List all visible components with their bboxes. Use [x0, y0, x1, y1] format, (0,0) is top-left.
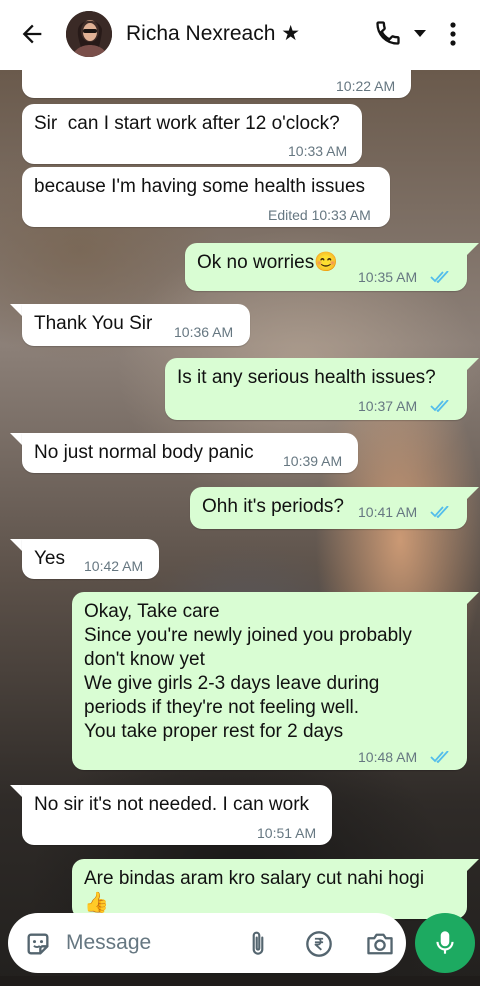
chat-header: Richa Nexreach ★	[0, 0, 480, 70]
message-line: don't know yet	[84, 649, 205, 670]
bubble-tail	[467, 487, 479, 499]
message-bubble-outgoing[interactable]: Ohh it's periods?	[190, 487, 467, 529]
message-bubble-outgoing[interactable]: Ok no worries😊	[185, 243, 467, 291]
bubble-tail	[10, 539, 22, 551]
phone-icon[interactable]	[374, 19, 402, 47]
rupee-payment-icon[interactable]	[305, 930, 333, 958]
bubble-tail	[467, 592, 479, 604]
message-line: periods if they're not feeling well.	[84, 697, 360, 718]
attach-icon[interactable]	[245, 929, 271, 959]
message-text: No just normal body panic	[34, 442, 254, 463]
message-time: 10:35 AM	[358, 269, 418, 285]
message-time: 10:51 AM	[257, 825, 317, 841]
message-bubble-outgoing[interactable]: Are bindas aram kro salary cut nahi hogi…	[72, 859, 467, 919]
contact-name[interactable]: Richa Nexreach ★	[126, 21, 300, 46]
mic-icon	[436, 931, 454, 954]
message-time: 10:41 AM	[358, 504, 418, 520]
message-text: Yes	[34, 548, 65, 569]
read-receipt-icon	[430, 506, 449, 518]
message-input[interactable]	[66, 918, 226, 968]
message-text: Sir can I start work after 12 o'clock?	[34, 113, 340, 134]
message-time: 10:33 AM	[288, 143, 348, 159]
dropdown-icon[interactable]	[413, 28, 427, 38]
camera-icon[interactable]	[365, 930, 395, 958]
message-time: 10:36 AM	[174, 324, 234, 340]
message-text: because I'm having some health issues	[34, 176, 366, 197]
message-time: 10:48 AM	[358, 749, 418, 765]
message-text: Ohh it's periods?	[202, 496, 344, 517]
message-time: 10:39 AM	[283, 453, 343, 469]
message-time: 10:37 AM	[358, 398, 418, 414]
read-receipt-icon	[430, 400, 449, 412]
bubble-tail	[10, 433, 22, 445]
bubble-tail	[467, 859, 479, 871]
sticker-icon[interactable]	[24, 930, 52, 958]
message-text: No sir it's not needed. I can work	[34, 794, 310, 815]
message-line: You take proper rest for 2 days	[84, 721, 344, 742]
bubble-tail	[10, 304, 22, 316]
back-arrow-icon[interactable]	[18, 20, 46, 48]
message-text: Thank You Sir	[34, 313, 153, 334]
message-line: Okay, Take care	[84, 601, 220, 622]
message-time: 10:42 AM	[84, 558, 144, 574]
message-text: Are bindas aram kro salary cut nahi hogi	[84, 868, 425, 889]
message-line: We give girls 2-3 days leave during	[84, 673, 380, 694]
message-time: Edited 10:33 AM	[268, 207, 371, 223]
mic-button[interactable]	[415, 913, 475, 973]
bubble-tail	[467, 358, 479, 370]
message-text: Ok no worries😊	[197, 252, 338, 273]
message-bubble-outgoing[interactable]: Is it any serious health issues?	[165, 358, 467, 420]
read-receipt-icon	[430, 271, 449, 283]
navigation-bar	[0, 976, 480, 986]
message-text: Is it any serious health issues?	[177, 367, 436, 388]
message-emoji: 👍	[84, 892, 109, 914]
message-time: 10:22 AM	[336, 78, 396, 94]
message-bubble-outgoing[interactable]: Okay, Take care Since you're newly joine…	[72, 592, 467, 770]
message-line: Since you're newly joined you probably	[84, 625, 412, 646]
bubble-tail	[10, 785, 22, 797]
more-vertical-icon[interactable]	[446, 20, 460, 48]
bubble-tail	[467, 243, 479, 255]
read-receipt-icon	[430, 751, 449, 763]
avatar[interactable]	[66, 11, 112, 57]
